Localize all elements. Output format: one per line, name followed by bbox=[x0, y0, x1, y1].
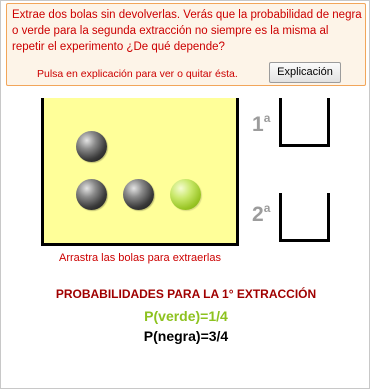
explanation-button[interactable]: Explicación bbox=[269, 62, 341, 83]
urn-caption: Arrastra las bolas para extraerlas bbox=[58, 252, 221, 264]
black-ball[interactable] bbox=[76, 131, 107, 162]
explanation-hint: Pulsa en explicación para ver o quitar é… bbox=[37, 68, 238, 80]
first-extraction-label: 1a bbox=[252, 111, 271, 136]
instructions-panel: Extrae dos bolas sin devolverlas. Verás … bbox=[6, 3, 366, 86]
second-extraction-label: 2a bbox=[252, 201, 271, 226]
probabilities-title: PROBABILIDADES PARA LA 1° EXTRACCIÓN bbox=[55, 287, 317, 301]
instructions-text: Extrae dos bolas sin devolverlas. Verás … bbox=[12, 9, 362, 53]
second-extraction-slot[interactable] bbox=[279, 193, 330, 242]
urn bbox=[41, 98, 239, 246]
first-extraction-slot[interactable] bbox=[279, 98, 330, 147]
green-ball[interactable] bbox=[170, 179, 201, 210]
black-ball[interactable] bbox=[76, 179, 107, 210]
probability-black: P(negra)=3/4 bbox=[143, 328, 229, 344]
applet-frame: Extrae dos bolas sin devolverlas. Verás … bbox=[0, 0, 370, 389]
black-ball[interactable] bbox=[123, 179, 154, 210]
probability-green: P(verde)=1/4 bbox=[144, 308, 228, 324]
